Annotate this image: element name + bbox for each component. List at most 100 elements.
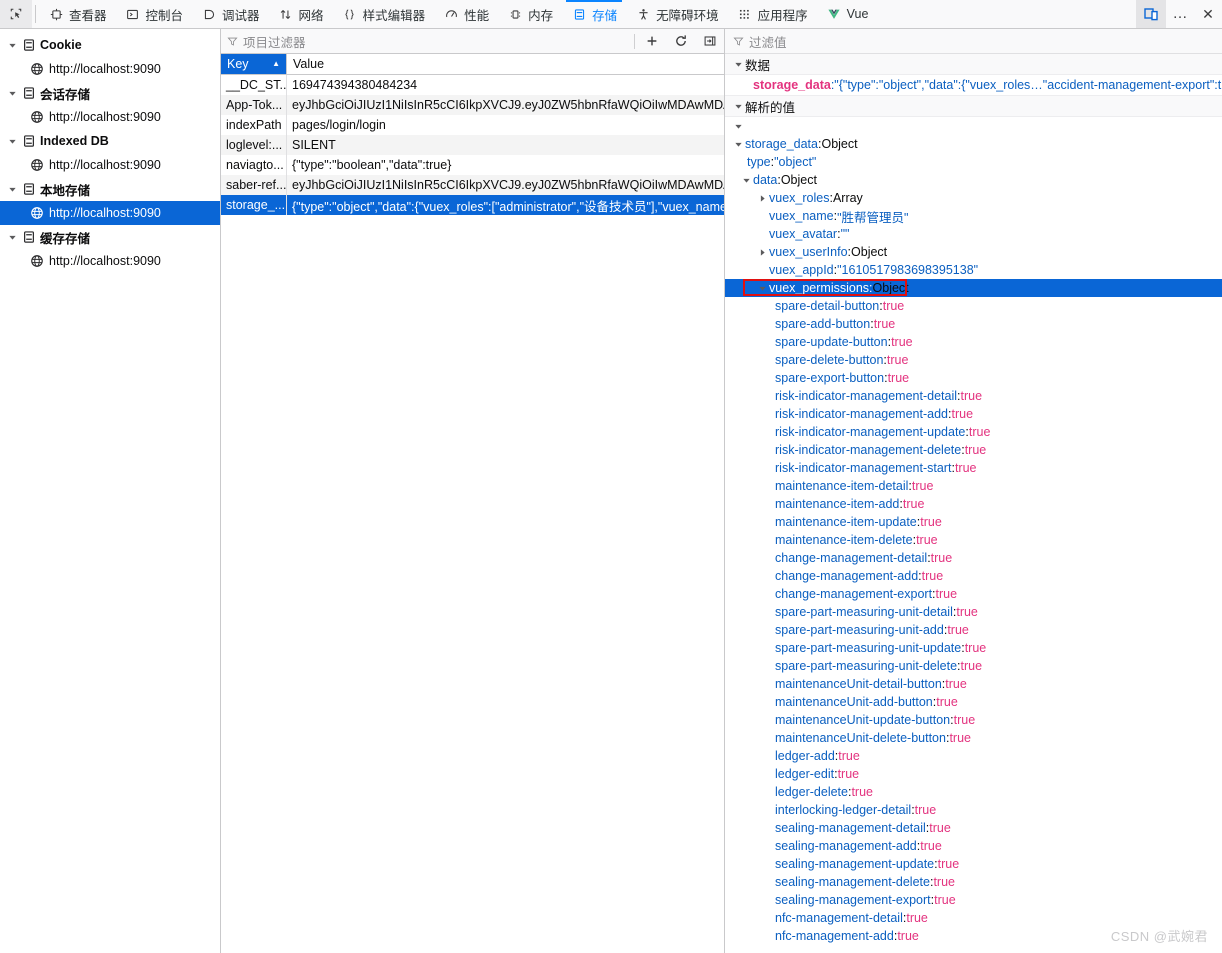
storage-host-1-0[interactable]: http://localhost:9090 (0, 105, 220, 129)
json-tree-row[interactable]: spare-detail-button: true (725, 297, 1222, 315)
tab-console[interactable]: 控制台 (116, 0, 193, 28)
tab-inspector[interactable]: 查看器 (39, 0, 116, 28)
table-row[interactable]: storage_... {"type":"object","data":{"vue… (221, 195, 724, 215)
chevron-down-icon[interactable] (739, 176, 753, 185)
json-tree-row[interactable]: vuex_permissions: Object (725, 279, 1222, 297)
table-row[interactable]: indexPath pages/login/login (221, 115, 724, 135)
storage-host-4-0[interactable]: http://localhost:9090 (0, 249, 220, 273)
json-tree-row[interactable]: maintenance-item-add: true (725, 495, 1222, 513)
storage-group-0[interactable]: Cookie (0, 33, 220, 57)
storage-group-1[interactable]: 会话存储 (0, 81, 220, 105)
chevron-right-icon[interactable] (755, 248, 769, 257)
refresh-items-button[interactable] (666, 29, 695, 53)
json-tree-row[interactable]: data: Object (725, 171, 1222, 189)
chevron-down-icon[interactable] (731, 102, 745, 111)
json-tree-row[interactable]: risk-indicator-management-delete: true (725, 441, 1222, 459)
json-tree-row[interactable]: vuex_name: "胜帮管理员" (725, 207, 1222, 225)
column-header-key[interactable]: Key ▲ (221, 54, 287, 74)
chevron-down-icon[interactable] (6, 87, 18, 99)
storage-group-3[interactable]: 本地存储 (0, 177, 220, 201)
json-tree-row[interactable]: vuex_roles: Array (725, 189, 1222, 207)
toggle-sidebar-button[interactable] (695, 29, 724, 53)
detail-section-data[interactable]: 数据 (725, 54, 1222, 75)
tab-performance[interactable]: 性能 (434, 0, 498, 28)
json-tree-row[interactable]: risk-indicator-management-detail: true (725, 387, 1222, 405)
json-tree-row[interactable]: maintenanceUnit-add-button: true (725, 693, 1222, 711)
json-tree-row[interactable]: maintenance-item-detail: true (725, 477, 1222, 495)
chevron-down-icon[interactable] (731, 140, 745, 149)
json-tree-row[interactable]: maintenanceUnit-update-button: true (725, 711, 1222, 729)
json-tree-row[interactable]: sealing-management-export: true (725, 891, 1222, 909)
json-tree-row[interactable]: sealing-management-delete: true (725, 873, 1222, 891)
table-row[interactable]: loglevel:... SILENT (221, 135, 724, 155)
tab-debugger[interactable]: 调试器 (192, 0, 269, 28)
json-tree-row[interactable]: storage_data: Object (725, 135, 1222, 153)
chevron-down-icon[interactable] (6, 183, 18, 195)
chevron-down-icon[interactable] (731, 122, 745, 131)
json-tree-row[interactable]: nfc-management-detail: true (725, 909, 1222, 927)
tab-memory[interactable]: 内存 (498, 0, 562, 28)
json-tree-row[interactable]: vuex_appId: "1610517983698395138" (725, 261, 1222, 279)
item-filter-input[interactable]: 项目过滤器 (227, 32, 632, 51)
close-devtools-button[interactable]: ✕ (1194, 0, 1222, 28)
add-item-button[interactable] (637, 29, 666, 53)
tab-style-editor[interactable]: 样式编辑器 (333, 0, 435, 28)
tab-storage[interactable]: 存储 (562, 0, 626, 28)
tab-vue[interactable]: Vue (817, 0, 878, 28)
chevron-right-icon[interactable] (755, 194, 769, 203)
json-tree-row[interactable]: sealing-management-detail: true (725, 819, 1222, 837)
storage-host-2-0[interactable]: http://localhost:9090 (0, 153, 220, 177)
storage-host-0-0[interactable]: http://localhost:9090 (0, 57, 220, 81)
storage-group-2[interactable]: Indexed DB (0, 129, 220, 153)
parsed-root-row[interactable] (725, 117, 1222, 135)
chevron-down-icon[interactable] (6, 39, 18, 51)
json-tree-row[interactable]: maintenance-item-delete: true (725, 531, 1222, 549)
storage-host-3-0[interactable]: http://localhost:9090 (0, 201, 220, 225)
json-tree-row[interactable]: spare-add-button: true (725, 315, 1222, 333)
responsive-design-mode-button[interactable] (1136, 0, 1166, 28)
json-tree-row[interactable]: spare-part-measuring-unit-update: true (725, 639, 1222, 657)
table-row[interactable]: __DC_ST... 169474394380484234 (221, 75, 724, 95)
chevron-down-icon[interactable] (6, 135, 18, 147)
chevron-down-icon[interactable] (6, 231, 18, 243)
table-row[interactable]: App-Tok... eyJhbGciOiJIUzI1NiIsInR5cCI6Ik… (221, 95, 724, 115)
storage-group-4[interactable]: 缓存存储 (0, 225, 220, 249)
column-header-value[interactable]: Value (287, 54, 724, 74)
tab-application[interactable]: 应用程序 (728, 0, 817, 28)
json-tree-row[interactable]: ledger-delete: true (725, 783, 1222, 801)
json-tree-row[interactable]: ledger-add: true (725, 747, 1222, 765)
json-tree-row[interactable]: change-management-detail: true (725, 549, 1222, 567)
json-tree-row[interactable]: change-management-export: true (725, 585, 1222, 603)
json-tree-row[interactable]: spare-part-measuring-unit-detail: true (725, 603, 1222, 621)
json-tree-row[interactable]: maintenanceUnit-detail-button: true (725, 675, 1222, 693)
detail-section-parsed[interactable]: 解析的值 (725, 96, 1222, 117)
json-tree-row[interactable]: ledger-edit: true (725, 765, 1222, 783)
json-tree-row[interactable]: type: "object" (725, 153, 1222, 171)
chevron-down-icon[interactable] (755, 284, 769, 293)
raw-storage-data-row[interactable]: storage_data:"{"type":"object","data":{"… (725, 75, 1222, 96)
tab-accessibility[interactable]: 无障碍环境 (626, 0, 728, 28)
json-tree-row[interactable]: sealing-management-update: true (725, 855, 1222, 873)
json-tree-row[interactable]: spare-update-button: true (725, 333, 1222, 351)
json-tree-row[interactable]: spare-delete-button: true (725, 351, 1222, 369)
json-tree-row[interactable]: spare-export-button: true (725, 369, 1222, 387)
json-tree-row[interactable]: change-management-add: true (725, 567, 1222, 585)
json-tree-row[interactable]: maintenanceUnit-delete-button: true (725, 729, 1222, 747)
chevron-down-icon[interactable] (731, 60, 745, 69)
json-tree-row[interactable]: spare-part-measuring-unit-add: true (725, 621, 1222, 639)
element-picker-button[interactable] (0, 0, 32, 28)
json-tree-row[interactable]: vuex_userInfo: Object (725, 243, 1222, 261)
value-filter-input[interactable]: 过滤值 (725, 29, 1222, 54)
table-row[interactable]: saber-ref... eyJhbGciOiJIUzI1NiIsInR5cCI6… (221, 175, 724, 195)
json-tree-row[interactable]: risk-indicator-management-update: true (725, 423, 1222, 441)
json-tree-row[interactable]: spare-part-measuring-unit-delete: true (725, 657, 1222, 675)
table-row[interactable]: naviagto... {"type":"boolean","data":true… (221, 155, 724, 175)
json-tree-row[interactable]: interlocking-ledger-detail: true (725, 801, 1222, 819)
json-tree-row[interactable]: risk-indicator-management-start: true (725, 459, 1222, 477)
more-tools-button[interactable]: … (1166, 0, 1194, 28)
json-tree-row[interactable]: sealing-management-add: true (725, 837, 1222, 855)
json-tree-row[interactable]: nfc-management-add: true (725, 927, 1222, 945)
json-tree-row[interactable]: maintenance-item-update: true (725, 513, 1222, 531)
tab-network[interactable]: 网络 (269, 0, 333, 28)
json-tree-row[interactable]: vuex_avatar: "" (725, 225, 1222, 243)
